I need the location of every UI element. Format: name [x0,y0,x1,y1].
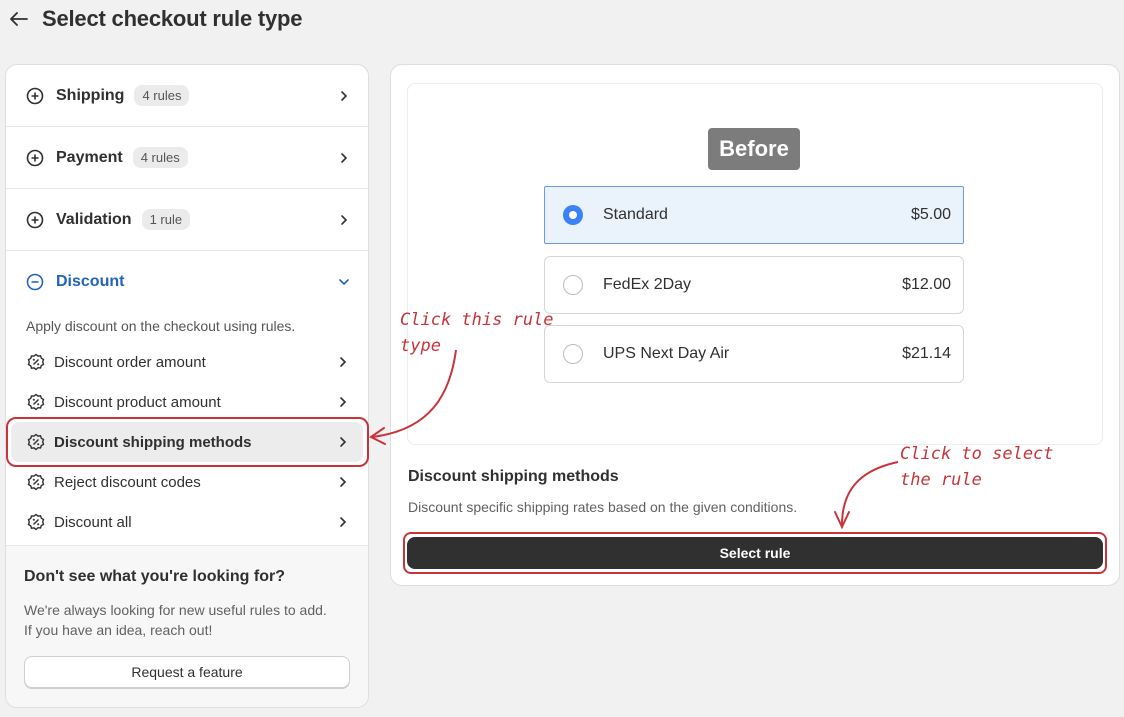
shipping-option-price: $12.00 [902,276,951,293]
chevron-right-icon [338,90,350,102]
rule-item-label: Reject discount codes [54,473,201,491]
radio-unselected-icon [563,275,583,295]
rule-item-discount-product-amount[interactable]: Discount product amount [11,382,363,422]
chevron-down-icon [338,276,350,288]
rule-item-reject-discount-codes[interactable]: Reject discount codes [11,462,363,502]
rule-item-discount-order-amount[interactable]: Discount order amount [11,342,363,382]
discount-icon [27,473,45,491]
category-label: Payment [56,148,123,166]
page-title: Select checkout rule type [42,6,303,31]
chevron-right-icon [338,214,350,226]
footer-title: Don't see what you're looking for? [24,568,285,585]
annotation-line: the rule [900,470,982,490]
minus-circle-icon [26,273,44,291]
rule-item-label: Discount product amount [54,393,221,411]
selected-rule-description: Discount specific shipping rates based o… [408,499,798,515]
category-discount[interactable]: Discount [6,251,368,313]
footer-text: We're always looking for new useful rule… [24,602,327,638]
chevron-right-icon [337,476,349,488]
shipping-option-name: Standard [603,206,668,223]
request-feature-button[interactable]: Request a feature [24,656,350,688]
category-label: Shipping [56,86,125,104]
annotation-highlight-button [403,532,1107,574]
rule-item-discount-all[interactable]: Discount all [11,502,363,542]
shipping-option-price: $5.00 [910,206,951,223]
annotation-note-right: Click to select the rule [900,441,1054,493]
shipping-option: Standard $5.00 [544,186,964,244]
discount-icon [27,353,45,371]
discount-icon [27,393,45,411]
annotation-note-left: Click this rule type [400,307,554,359]
checkout-preview: Before Standard $5.00 FedEx 2Day $12.00 … [407,83,1103,445]
shipping-option-name: FedEx 2Day [603,276,692,293]
chevron-right-icon [338,152,350,164]
feature-request-section: Don't see what you're looking for? We're… [6,545,368,707]
chevron-right-icon [337,396,349,408]
discount-icon [27,513,45,531]
annotation-line: Click to select [900,444,1054,464]
arrow-left-icon[interactable] [10,12,32,26]
annotation-line: Click this rule [400,310,554,330]
annotation-highlight-rule [6,417,369,467]
chevron-right-icon [337,356,349,368]
shipping-option: FedEx 2Day $12.00 [544,256,964,314]
rule-item-label: Discount order amount [54,353,206,371]
selected-rule-title: Discount shipping methods [408,468,619,485]
chevron-right-icon [337,516,349,528]
rule-item-label: Discount all [54,513,132,531]
shipping-option-name: UPS Next Day Air [603,345,730,362]
shipping-option: UPS Next Day Air $21.14 [544,325,964,383]
discount-description: Apply discount on the checkout using rul… [26,318,296,334]
rule-type-list: Shipping 4 rules Payment 4 rules Validat… [5,64,369,708]
category-shipping[interactable]: Shipping 4 rules [6,65,368,127]
shipping-option-price: $21.14 [902,345,951,362]
plus-circle-icon [26,87,44,105]
category-payment[interactable]: Payment 4 rules [6,127,368,189]
plus-circle-icon [26,211,44,229]
rule-count-badge: 4 rules [134,85,190,106]
category-validation[interactable]: Validation 1 rule [6,189,368,251]
rule-count-badge: 4 rules [132,147,188,168]
radio-selected-icon [563,205,583,225]
rule-count-badge: 1 rule [141,209,191,230]
category-label: Validation [56,210,132,228]
category-label: Discount [56,273,125,290]
before-badge: Before [708,128,800,170]
radio-unselected-icon [563,344,583,364]
plus-circle-icon [26,149,44,167]
annotation-line: type [400,336,441,356]
page-header: Select checkout rule type [10,4,303,34]
